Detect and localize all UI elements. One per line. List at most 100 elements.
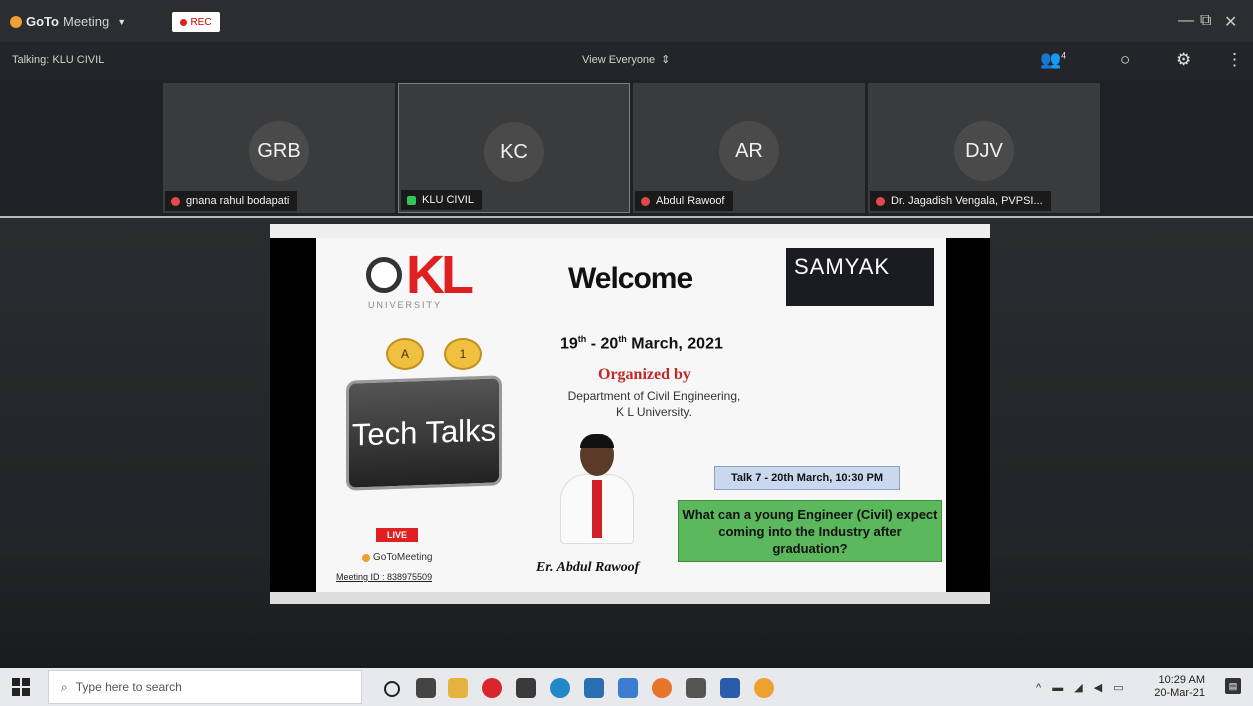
department-text: Department of Civil Engineering, K L Univ…	[544, 388, 764, 420]
screen-share-stage: KL UNIVERSITY A 1 Tech Talks Welcome SAM…	[0, 218, 1253, 668]
samyak-logo: SAMYAK	[786, 248, 934, 306]
teams-icon[interactable]	[618, 678, 638, 698]
windows-logo-icon	[12, 678, 20, 686]
edge-icon[interactable]	[550, 678, 570, 698]
gotomeeting-taskbar-icon[interactable]	[754, 678, 774, 698]
organized-by-heading: Organized by	[598, 366, 691, 383]
firefox-icon[interactable]	[652, 678, 672, 698]
app-menu[interactable]: GoTo Meeting ▼	[10, 14, 126, 29]
participant-tile[interactable]: KC KLU CIVIL	[398, 83, 630, 213]
brand-meeting: Meeting	[62, 14, 110, 29]
speaker-name: Er. Abdul Rawoof	[536, 560, 640, 575]
windows-logo-icon	[22, 678, 30, 686]
file-explorer-icon[interactable]	[448, 678, 468, 698]
clock-date: 20-Mar-21	[1154, 687, 1205, 699]
participant-nametag: gnana rahul bodapati	[165, 191, 298, 211]
cortana-icon[interactable]	[384, 681, 400, 697]
paint-icon[interactable]	[686, 678, 706, 698]
speaker-hair	[580, 434, 614, 448]
brand-go: GoTo	[26, 14, 59, 29]
view-selector[interactable]: View Everyone ⇕	[582, 53, 670, 66]
participant-name: Dr. Jagadish Vengala, PVPSI...	[891, 195, 1043, 207]
date-suffix: th	[618, 334, 627, 344]
live-badge: LIVE	[376, 528, 418, 542]
chat-button[interactable]: ○	[1120, 50, 1130, 70]
talk-schedule: Talk 7 - 20th March, 10:30 PM	[714, 466, 900, 490]
gear-icon: ⚙	[1176, 50, 1192, 69]
kl-university-logo: KL	[366, 245, 474, 305]
event-dates: 19th - 20th March, 2021	[560, 334, 723, 353]
tech-talks-logo: Tech Talks	[346, 375, 502, 491]
shared-window-titlebar	[270, 224, 990, 238]
notification-icon[interactable]: ▤	[1225, 678, 1241, 694]
store-icon[interactable]	[516, 678, 536, 698]
participant-strip: GRB gnana rahul bodapati KC KLU CIVIL AR…	[0, 80, 1253, 216]
minimize-button[interactable]: —	[1178, 12, 1194, 30]
naac-badge-icon: A	[386, 338, 424, 370]
recording-badge[interactable]: REC	[172, 12, 220, 32]
windows-logo-icon	[22, 688, 30, 696]
clock-time: 10:29 AM	[1158, 674, 1205, 686]
meeting-id: Meeting ID : 838975509	[336, 572, 433, 582]
speaker-photo	[556, 434, 638, 548]
chat-bubble-icon: ○	[1120, 50, 1131, 69]
attendees-button[interactable]: 👥4	[1040, 50, 1066, 70]
mic-muted-icon	[876, 196, 885, 206]
mic-muted-icon	[641, 196, 650, 206]
rank-badge-icon: 1	[444, 338, 482, 370]
meeting-info-bar: Talking: KLU CIVIL View Everyone ⇕ 👥4 ○ ⚙…	[0, 42, 1253, 80]
participant-nametag: KLU CIVIL	[401, 190, 482, 210]
date-end: - 20	[586, 335, 619, 353]
avatar: DJV	[954, 121, 1014, 181]
date-month-year: March, 2021	[626, 335, 723, 353]
rec-label: REC	[190, 16, 212, 28]
talking-indicator: Talking: KLU CIVIL	[12, 54, 105, 66]
avatar: AR	[719, 121, 779, 181]
department-line: Department of Civil Engineering,	[567, 389, 741, 403]
chevron-down-icon: ▼	[117, 16, 127, 27]
more-options-button[interactable]: ⋮	[1226, 50, 1243, 70]
search-placeholder: Type here to search	[75, 680, 182, 694]
university-line: K L University.	[615, 405, 693, 419]
windows-taskbar: ⌕ Type here to search ^ ▬ ◢ ◀ ▭ 10:29 AM 2…	[0, 668, 1253, 706]
gotomeeting-label: GoToMeeting	[373, 552, 433, 563]
presentation-slide: KL UNIVERSITY A 1 Tech Talks Welcome SAM…	[316, 238, 946, 592]
sort-arrows-icon: ⇕	[661, 54, 671, 66]
samyak-wordmark: SAMYAK	[794, 254, 891, 279]
mail-icon[interactable]	[584, 678, 604, 698]
start-button[interactable]	[12, 678, 30, 696]
close-button[interactable]: ✕	[1224, 12, 1237, 32]
shared-screen[interactable]: KL UNIVERSITY A 1 Tech Talks Welcome SAM…	[270, 224, 990, 604]
participant-tile[interactable]: AR Abdul Rawoof	[633, 83, 865, 213]
participant-tile[interactable]: GRB gnana rahul bodapati	[163, 83, 395, 213]
task-view-icon[interactable]	[416, 678, 436, 698]
university-wordmark: UNIVERSITY	[368, 300, 443, 310]
maximize-button[interactable]: ⧉	[1200, 12, 1211, 30]
participant-nametag: Abdul Rawoof	[635, 191, 733, 211]
speaker-tie	[592, 480, 602, 538]
participant-nametag: Dr. Jagadish Vengala, PVPSI...	[870, 191, 1051, 211]
kl-wordmark: KL	[406, 245, 474, 305]
gotomeeting-slide-logo: GoToMeeting	[362, 552, 432, 563]
participant-name: gnana rahul bodapati	[186, 195, 290, 207]
record-dot-icon	[180, 18, 188, 26]
accreditation-badges: A 1	[386, 338, 482, 370]
gotomeeting-logo-icon	[362, 553, 370, 562]
talk-topic: What can a young Engineer (Civil) expect…	[678, 500, 942, 562]
date-start: 19	[560, 335, 578, 353]
shared-window-statusbar	[270, 592, 990, 604]
avatar: GRB	[249, 121, 309, 181]
clock[interactable]: 10:29 AM 20-Mar-21	[1154, 674, 1205, 700]
system-tray-icons[interactable]: ^ ▬ ◢ ◀ ▭	[1036, 681, 1128, 694]
more-vertical-icon: ⋮	[1226, 50, 1243, 69]
document-icon[interactable]	[720, 678, 740, 698]
emblem-icon	[366, 257, 402, 293]
taskbar-search[interactable]: ⌕ Type here to search	[48, 670, 362, 704]
opera-icon[interactable]	[482, 678, 502, 698]
participant-count: 4	[1061, 50, 1067, 61]
settings-button[interactable]: ⚙	[1176, 50, 1191, 70]
participant-tile[interactable]: DJV Dr. Jagadish Vengala, PVPSI...	[868, 83, 1100, 213]
title-bar: GoTo Meeting ▼ REC — ⧉ ✕	[0, 0, 1253, 42]
mic-on-icon	[407, 195, 416, 205]
view-label: View Everyone	[582, 54, 656, 66]
